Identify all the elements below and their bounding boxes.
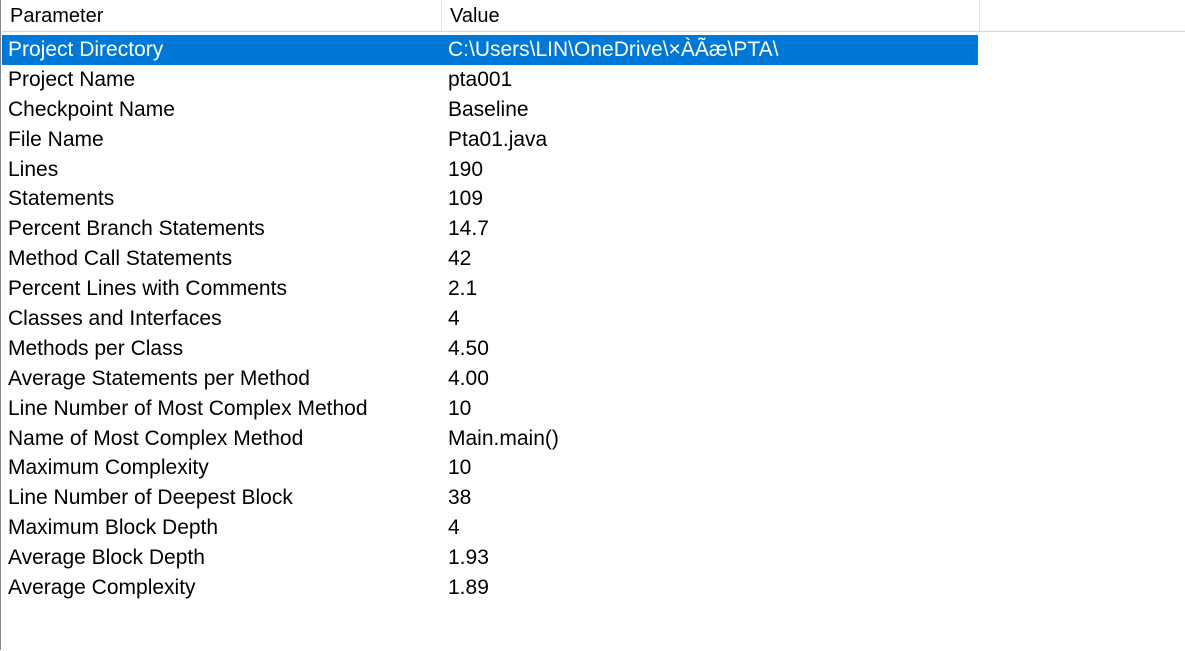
value-cell: 2.1 — [448, 277, 478, 301]
list-item[interactable]: File Name Pta01.java — [2, 125, 978, 155]
parameter-cell: Maximum Complexity — [8, 456, 209, 480]
value-cell: 4 — [448, 516, 460, 540]
parameter-cell: Line Number of Most Complex Method — [8, 396, 368, 420]
value-cell: Pta01.java — [448, 127, 548, 151]
parameter-cell: Statements — [8, 187, 115, 211]
value-cell: 42 — [448, 247, 472, 271]
list-item[interactable]: Name of Most Complex Method Main.main() — [2, 424, 978, 454]
parameter-cell: Classes and Interfaces — [8, 307, 222, 331]
value-cell: 4.50 — [448, 336, 489, 360]
column-header-parameter[interactable]: Parameter — [2, 0, 442, 31]
value-cell: pta001 — [448, 67, 513, 91]
list-item[interactable]: Methods per Class 4.50 — [2, 334, 978, 364]
parameter-cell: Maximum Block Depth — [8, 516, 219, 540]
list-item[interactable]: Maximum Block Depth 4 — [2, 513, 978, 543]
value-cell: 1.93 — [448, 546, 489, 570]
list-item[interactable]: Method Call Statements 42 — [2, 244, 978, 274]
value-cell: 14.7 — [448, 217, 489, 241]
parameter-cell: Average Complexity — [8, 576, 196, 600]
parameter-cell: Name of Most Complex Method — [8, 426, 304, 450]
parameter-cell: Methods per Class — [8, 336, 184, 360]
list-item[interactable]: Line Number of Deepest Block 38 — [2, 483, 978, 513]
parameter-cell: Method Call Statements — [8, 247, 233, 271]
column-header-filler — [980, 0, 1185, 31]
parameter-cell: Average Statements per Method — [8, 366, 310, 390]
list-item[interactable]: Project Directory C:\Users\LIN\OneDrive\×… — [2, 35, 978, 65]
parameter-cell: Line Number of Deepest Block — [8, 486, 293, 510]
value-cell: 38 — [448, 486, 472, 510]
list-item[interactable]: Average Block Depth 1.93 — [2, 543, 978, 573]
value-cell: C:\Users\LIN\OneDrive\×ÀÃæ\PTA\ — [448, 38, 779, 61]
parameter-cell: Checkpoint Name — [8, 97, 175, 121]
parameter-cell: Percent Branch Statements — [8, 217, 265, 241]
list-item[interactable]: Average Complexity 1.89 — [2, 573, 978, 603]
metrics-list-view[interactable]: Parameter Value Project Directory C:\User… — [0, 0, 1185, 650]
value-cell: 10 — [448, 396, 472, 420]
parameter-cell: Lines — [8, 157, 59, 181]
value-cell: 190 — [448, 157, 484, 181]
list-item[interactable]: Checkpoint Name Baseline — [2, 95, 978, 125]
value-cell: 10 — [448, 456, 472, 480]
list-item[interactable]: Lines 190 — [2, 155, 978, 185]
parameter-cell: Project Name — [8, 67, 136, 91]
parameter-cell: Project Directory — [8, 38, 164, 61]
value-cell: Baseline — [448, 97, 529, 121]
parameter-cell: Average Block Depth — [8, 546, 205, 570]
column-header-value[interactable]: Value — [442, 0, 980, 31]
list-item[interactable]: Statements 109 — [2, 184, 978, 214]
parameter-cell: File Name — [8, 127, 104, 151]
list-item[interactable]: Maximum Complexity 10 — [2, 453, 978, 483]
value-cell: 4 — [448, 307, 460, 331]
value-cell: 4.00 — [448, 366, 489, 390]
list-rows: Project Directory C:\Users\LIN\OneDrive\×… — [2, 35, 1185, 603]
list-header: Parameter Value — [2, 0, 1185, 32]
value-cell: 109 — [448, 187, 484, 211]
value-cell: Main.main() — [448, 426, 559, 450]
list-item[interactable]: Average Statements per Method 4.00 — [2, 364, 978, 394]
list-item[interactable]: Percent Lines with Comments 2.1 — [2, 274, 978, 304]
parameter-cell: Percent Lines with Comments — [8, 277, 287, 301]
list-item[interactable]: Classes and Interfaces 4 — [2, 304, 978, 334]
list-item[interactable]: Line Number of Most Complex Method 10 — [2, 394, 978, 424]
list-item[interactable]: Percent Branch Statements 14.7 — [2, 214, 978, 244]
list-item[interactable]: Project Name pta001 — [2, 65, 978, 95]
value-cell: 1.89 — [448, 576, 489, 600]
